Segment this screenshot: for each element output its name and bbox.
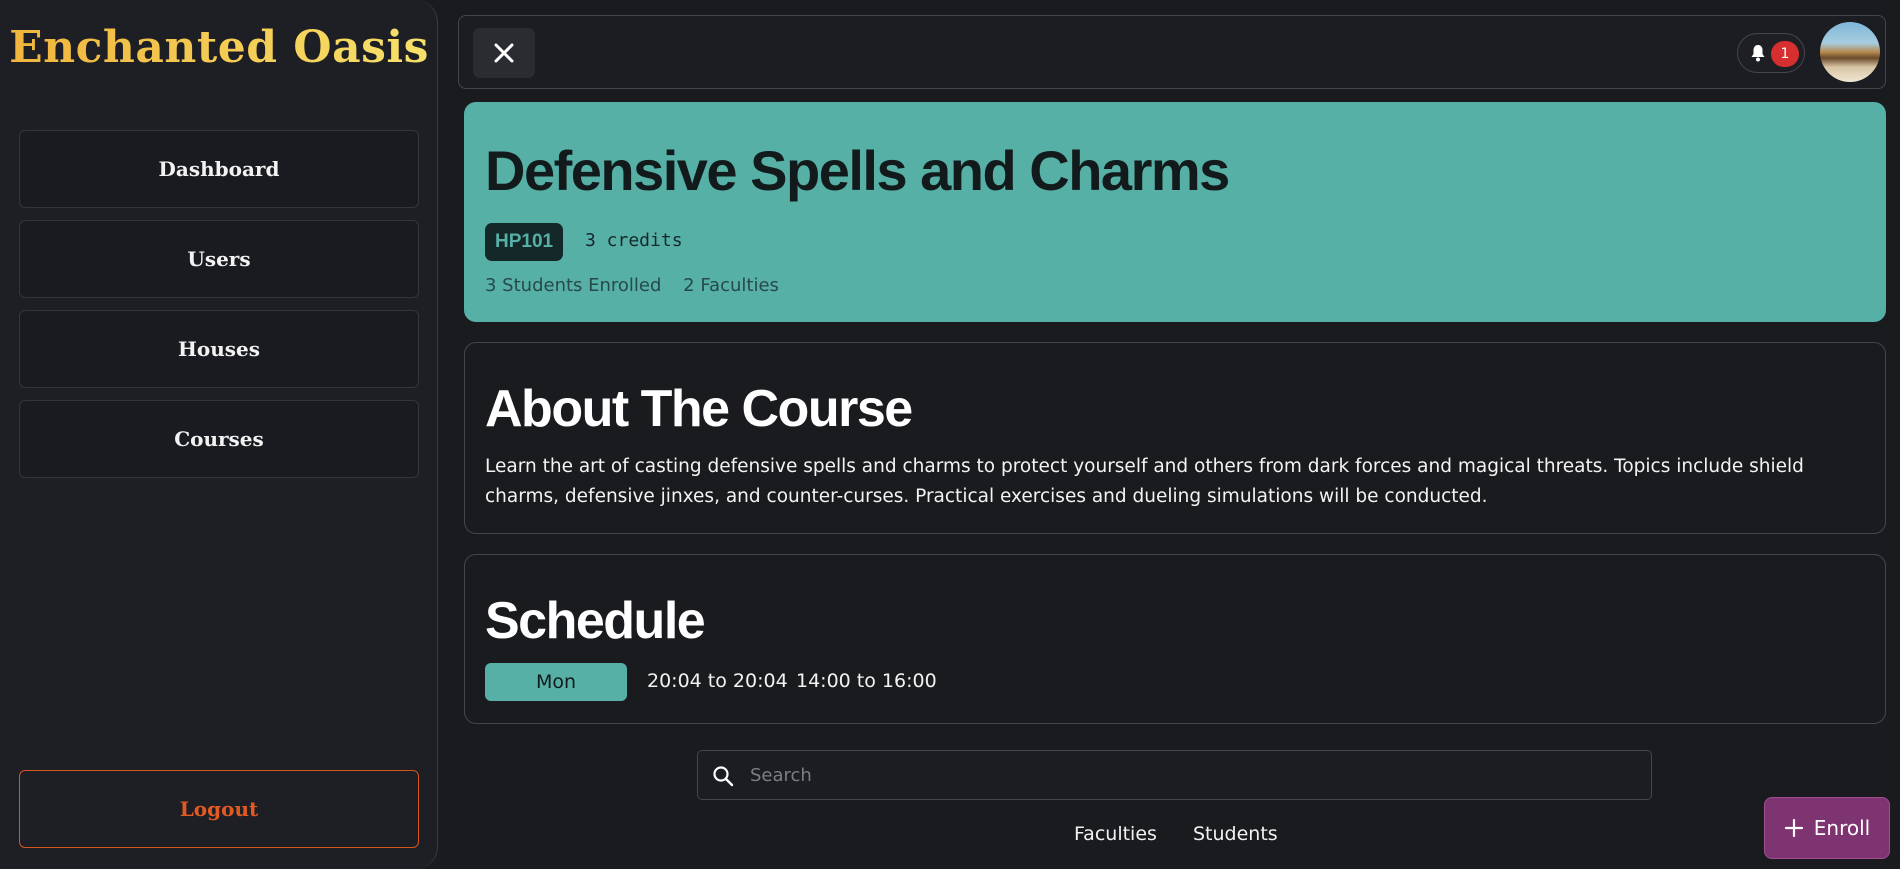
sidebar-item-houses[interactable]: Houses	[19, 310, 419, 388]
search-icon	[713, 766, 734, 787]
course-credits: 3 credits	[585, 230, 683, 251]
faculties-count: 2 Faculties	[683, 275, 779, 296]
tab-faculties[interactable]: Faculties	[1074, 823, 1157, 845]
sidebar: Enchanted Oasis Dashboard Users Houses C…	[0, 0, 438, 869]
sidebar-item-label: Courses	[174, 427, 264, 451]
notifications-button[interactable]: 1	[1737, 33, 1805, 73]
brand-logo: Enchanted Oasis	[0, 22, 438, 73]
close-icon	[494, 43, 514, 63]
notification-count-badge: 1	[1771, 41, 1799, 67]
about-description: Learn the art of casting defensive spell…	[485, 456, 1804, 507]
schedule-day-pill[interactable]: Mon	[485, 663, 627, 701]
schedule-slot: 20:04 to 20:04	[647, 670, 788, 692]
course-meta: 3 Students Enrolled 2 Faculties	[485, 275, 795, 296]
search-box	[697, 750, 1652, 800]
sidebar-item-courses[interactable]: Courses	[19, 400, 419, 478]
search-input[interactable]	[748, 751, 1638, 799]
course-header-card: Defensive Spells and Charms HP101 3 cred…	[464, 102, 1886, 322]
students-enrolled: 3 Students Enrolled	[485, 275, 662, 296]
schedule-slot: 14:00 to 16:00	[796, 670, 937, 692]
about-title: About The Course	[485, 380, 913, 438]
top-bar: 1	[458, 15, 1886, 89]
close-button[interactable]	[473, 28, 535, 78]
sidebar-item-label: Houses	[177, 337, 261, 361]
sidebar-item-users[interactable]: Users	[19, 220, 419, 298]
sidebar-item-dashboard[interactable]: Dashboard	[19, 130, 419, 208]
enroll-button[interactable]: Enroll	[1764, 797, 1890, 859]
sidebar-item-label: Users	[187, 247, 251, 271]
enroll-label: Enroll	[1813, 816, 1871, 840]
about-card: About The Course Learn the art of castin…	[464, 342, 1886, 534]
logout-label: Logout	[179, 797, 259, 821]
bell-icon	[1751, 45, 1765, 62]
avatar[interactable]	[1820, 22, 1880, 82]
plus-icon	[1784, 818, 1804, 838]
sidebar-item-label: Dashboard	[158, 157, 280, 181]
logout-button[interactable]: Logout	[19, 770, 419, 848]
course-title: Defensive Spells and Charms	[485, 139, 1230, 202]
tab-students[interactable]: Students	[1193, 823, 1278, 845]
course-code-badge: HP101	[485, 223, 564, 261]
schedule-card: Schedule Mon 20:04 to 20:04 14:00 to 16:…	[464, 554, 1886, 724]
schedule-title: Schedule	[485, 592, 706, 650]
